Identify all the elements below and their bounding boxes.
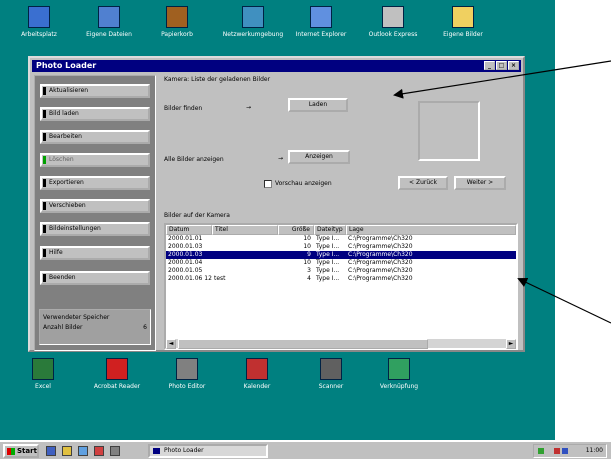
annotation-overlay [393, 60, 611, 324]
annotation-arrow-selected-row [517, 277, 611, 324]
annotation-arrow-load [393, 60, 611, 99]
